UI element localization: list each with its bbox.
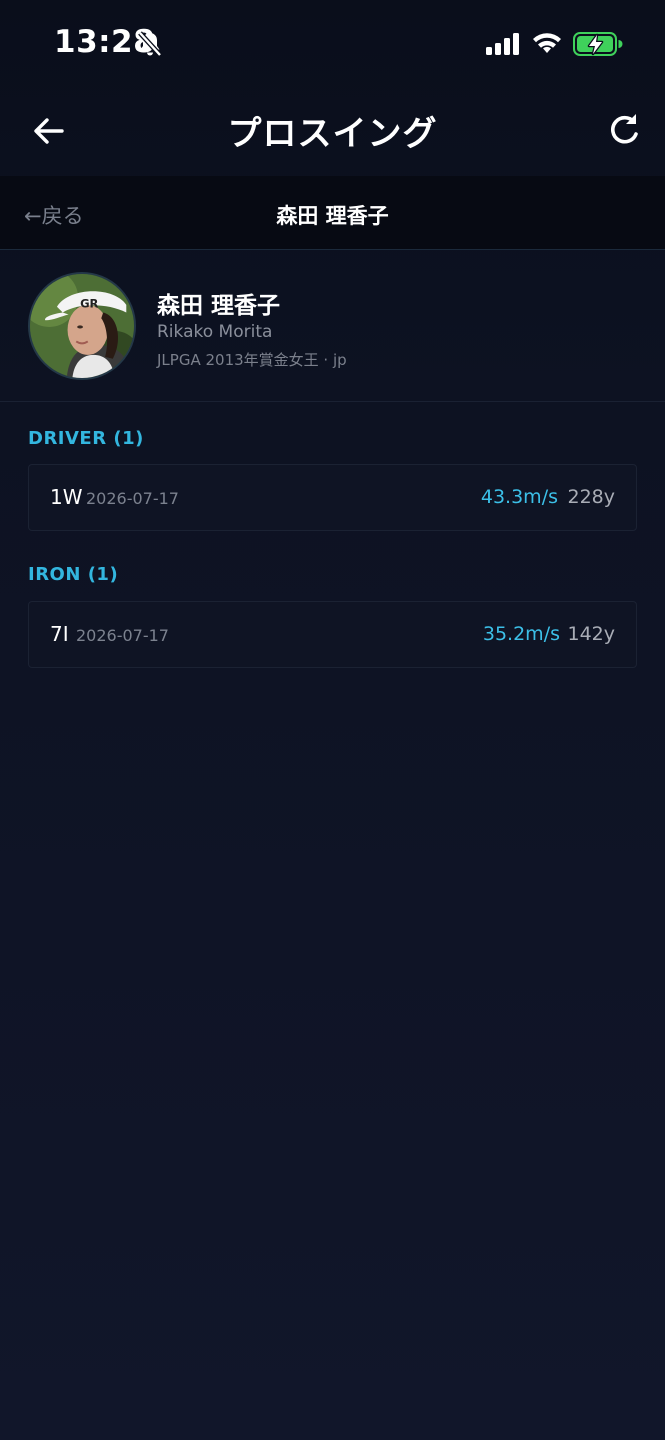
- swing-club: 1W: [50, 485, 83, 509]
- battery-charging-icon: [573, 32, 623, 56]
- svg-text:GR: GR: [80, 297, 98, 311]
- player-photo: GR: [30, 274, 134, 378]
- swing-date: 2026-07-17: [76, 626, 169, 645]
- sub-nav-title: 森田 理香子: [276, 204, 389, 228]
- bell-muted-icon: [138, 31, 162, 57]
- swing-date: 2026-07-17: [86, 489, 179, 508]
- player-name: 森田 理香子: [157, 293, 281, 319]
- avatar: GR: [28, 272, 136, 380]
- sub-navigation: ←戻る 森田 理香子: [0, 176, 665, 250]
- app-header: プロスイング: [0, 88, 665, 176]
- section-label-driver: DRIVER (1): [28, 428, 144, 449]
- swing-club: 7I: [50, 622, 69, 646]
- player-romaji: Rikako Morita: [157, 322, 273, 342]
- page-title: プロスイング: [227, 114, 438, 154]
- swing-card[interactable]: 7I 2026-07-17 35.2m/s 142y: [28, 601, 637, 668]
- cellular-signal-icon: [486, 33, 519, 55]
- swing-distance: 228y: [567, 486, 615, 508]
- player-profile: GR 森田 理香子 Rikako Morita JLPGA 2013年賞金女王 …: [0, 250, 665, 402]
- swing-speed: 43.3m/s: [480, 486, 558, 508]
- swing-card[interactable]: 1W 2026-07-17 43.3m/s 228y: [28, 464, 637, 531]
- refresh-icon[interactable]: [606, 111, 642, 149]
- screen: 13:28 プロスイング ←戻る 森田 理香子 GR 森田 理香子 Rikako…: [0, 0, 665, 1440]
- status-bar: 13:28: [0, 0, 665, 88]
- swing-distance: 142y: [567, 623, 615, 645]
- swing-speed: 35.2m/s: [482, 623, 560, 645]
- wifi-icon: [533, 33, 561, 53]
- player-description: JLPGA 2013年賞金女王 · jp: [157, 351, 347, 369]
- section-label-iron: IRON (1): [28, 564, 119, 585]
